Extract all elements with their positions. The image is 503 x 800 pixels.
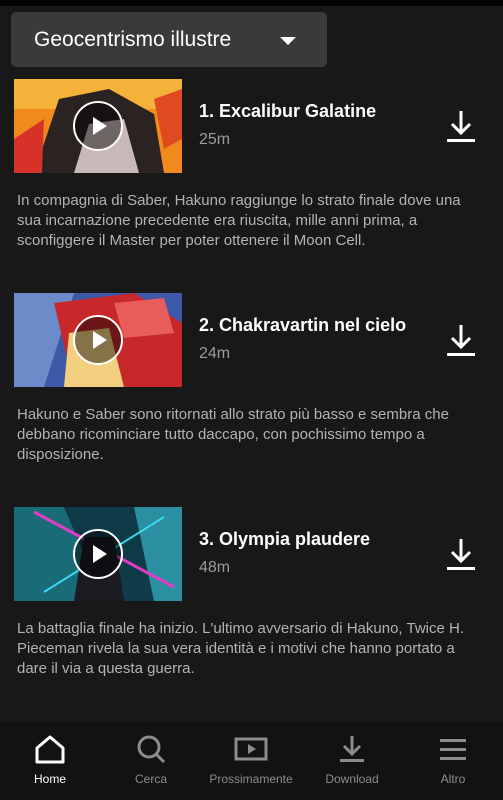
episode-thumbnail[interactable] (14, 79, 182, 173)
caret-down-icon (280, 37, 296, 45)
play-icon (73, 529, 123, 579)
episode-description: La battaglia finale ha inizio. L'ultimo … (17, 620, 464, 677)
play-icon (73, 315, 123, 365)
episode-item: 3. Olympia plaudere 48m La battaglia fin… (0, 507, 503, 707)
nav-more[interactable]: Altro (403, 722, 503, 800)
nav-coming-soon[interactable]: Prossimamente (201, 722, 301, 800)
download-icon[interactable] (445, 537, 477, 573)
season-dropdown[interactable]: Geocentrismo illustre (11, 12, 327, 67)
nav-coming-soon-label: Prossimamente (209, 772, 293, 786)
episode-description: In compagnia di Saber, Hakuno raggiunge … (17, 192, 461, 249)
nav-downloads[interactable]: Download (302, 722, 402, 800)
play-icon (73, 101, 123, 151)
episode-thumbnail[interactable] (14, 507, 182, 601)
episode-title[interactable]: 3. Olympia plaudere (199, 529, 370, 550)
download-icon (340, 736, 364, 762)
status-bar-strip (0, 0, 503, 6)
download-icon[interactable] (445, 109, 477, 145)
episode-duration: 25m (199, 131, 231, 148)
menu-icon (440, 739, 466, 760)
nav-search-label: Cerca (134, 772, 167, 786)
episode-thumbnail[interactable] (14, 293, 182, 387)
download-icon[interactable] (445, 323, 477, 359)
tv-play-icon (234, 737, 268, 761)
bottom-nav: Home Cerca Prossimamente Download Altro (0, 722, 503, 800)
nav-more-label: Altro (440, 772, 466, 786)
nav-home-label: Home (33, 772, 66, 786)
season-label: Geocentrismo illustre (34, 27, 232, 51)
episode-title[interactable]: 1. Excalibur Galatine (199, 101, 376, 122)
episode-description: Hakuno e Saber sono ritornati allo strat… (17, 406, 449, 463)
episode-title[interactable]: 2. Chakravartin nel cielo (199, 315, 406, 336)
episode-duration: 48m (199, 559, 231, 576)
home-icon (35, 735, 65, 764)
episode-duration: 24m (199, 345, 231, 362)
nav-downloads-label: Download (325, 772, 379, 786)
search-icon (137, 735, 166, 764)
episode-item: 2. Chakravartin nel cielo 24m Hakuno e S… (0, 293, 503, 493)
nav-search[interactable]: Cerca (101, 722, 201, 800)
nav-home[interactable]: Home (0, 722, 100, 800)
episode-item: 1. Excalibur Galatine 25m In compagnia d… (0, 79, 503, 279)
